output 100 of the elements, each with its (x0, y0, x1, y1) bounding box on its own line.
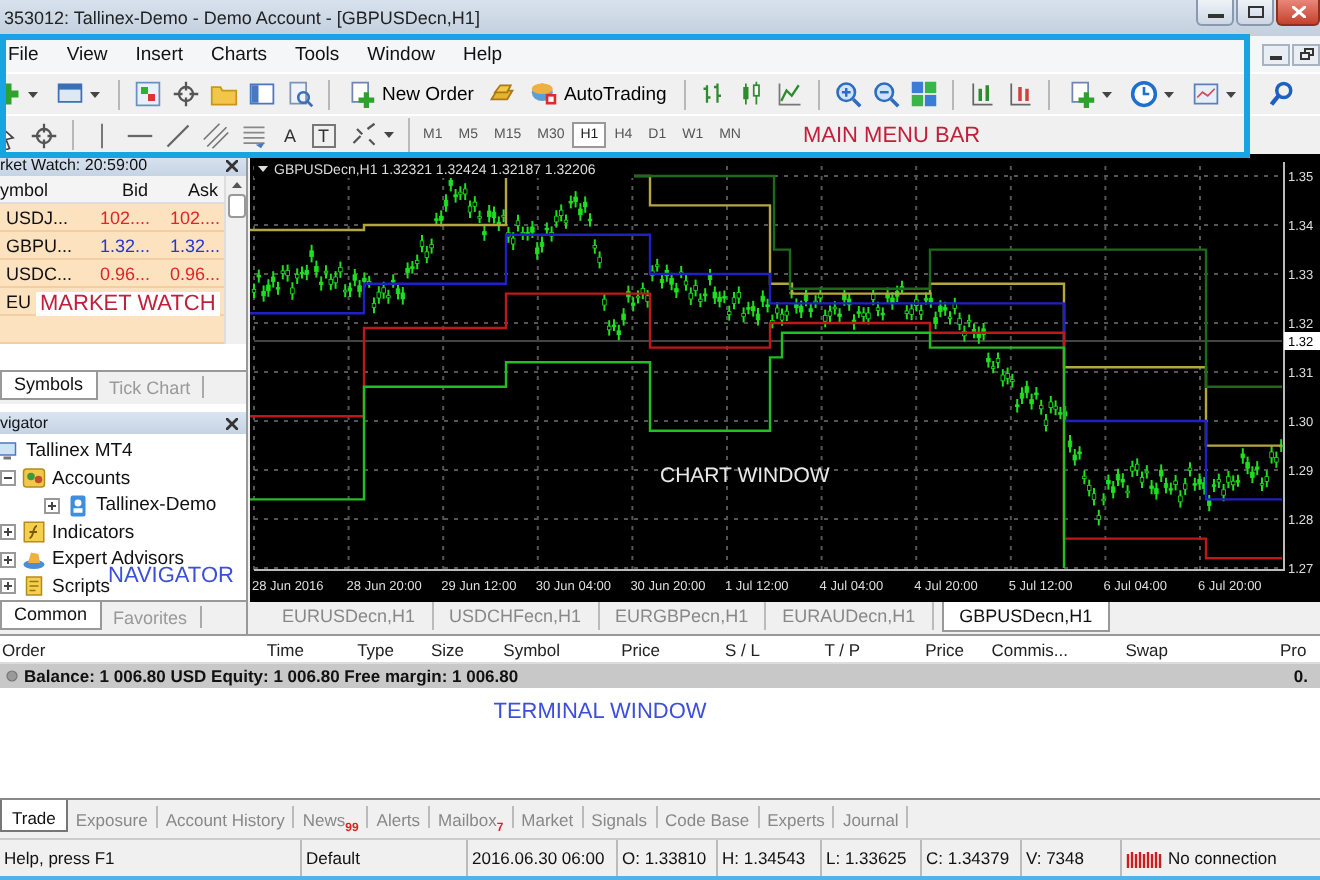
hat-icon (22, 547, 46, 572)
channel-icon[interactable] (202, 121, 230, 149)
panel-icon[interactable] (134, 80, 162, 108)
status-text: Help, press F1 (2, 846, 117, 872)
crosshair-icon[interactable] (30, 121, 58, 149)
people-icon (22, 466, 46, 491)
menu-item[interactable]: File (0, 43, 53, 65)
tab[interactable]: Trade (0, 800, 68, 832)
column-header[interactable]: Bid (80, 176, 154, 204)
close-button[interactable] (222, 417, 242, 429)
crosshair-icon[interactable] (172, 80, 200, 108)
restore-button[interactable] (1292, 43, 1320, 65)
close-button[interactable] (1276, 0, 1320, 26)
table-cell: 0.96... (154, 260, 224, 288)
trend-line-icon[interactable] (164, 121, 192, 149)
scroll-thumb[interactable] (227, 194, 245, 218)
caret-icon[interactable] (1164, 91, 1175, 97)
expander-icon[interactable] (0, 551, 16, 568)
caret-icon[interactable] (28, 91, 38, 97)
new-order-button[interactable]: New Order (344, 78, 478, 110)
column-header[interactable]: Ask (154, 176, 224, 204)
minimize-button[interactable] (1196, 0, 1234, 26)
column-header[interactable]: Size (394, 639, 464, 659)
tree-item[interactable]: Tallinex-Demo (96, 494, 217, 517)
sidebar-icon[interactable] (248, 80, 276, 108)
expander-icon[interactable] (0, 470, 16, 487)
table-cell: USDC... (0, 260, 80, 288)
fibonacci-icon[interactable] (240, 121, 268, 149)
scrollbar[interactable] (224, 176, 246, 344)
column-header[interactable]: Pro (1168, 639, 1320, 659)
minimize-button[interactable] (1262, 43, 1290, 65)
menu-item[interactable]: Help (448, 43, 517, 65)
column-header[interactable]: Symbol (464, 639, 560, 659)
computer-icon (0, 439, 20, 464)
column-header[interactable]: Swap (1068, 639, 1168, 659)
restore-icon (1299, 48, 1313, 60)
expander-icon[interactable] (0, 524, 16, 541)
caret-icon[interactable] (90, 91, 100, 97)
text-tool[interactable]: A (278, 125, 303, 145)
column-header[interactable]: Type (304, 639, 394, 659)
line-chart-icon[interactable] (776, 80, 805, 108)
price-chart[interactable] (250, 154, 1320, 602)
menu-item[interactable]: Window (353, 43, 449, 65)
chart-tab[interactable]: GBPUSDecn,H1 (941, 602, 1111, 632)
close-icon (1291, 6, 1305, 18)
autotrading-button[interactable]: AutoTrading (525, 78, 671, 110)
tab[interactable]: Common (0, 602, 102, 630)
document-search-icon[interactable] (286, 80, 314, 108)
expander-icon[interactable] (44, 497, 60, 514)
table-cell: 1.32... (154, 232, 224, 260)
tree-item[interactable]: Indicators (52, 521, 135, 544)
clock-icon[interactable] (1130, 80, 1159, 108)
column-header[interactable]: T / P (760, 639, 860, 659)
column-header[interactable]: Commis... (964, 639, 1068, 659)
signal-bars-icon (1126, 849, 1162, 867)
template-icon[interactable] (1192, 80, 1221, 108)
status-dot-icon (6, 670, 18, 682)
caret-icon[interactable] (1102, 91, 1113, 97)
column-header[interactable]: Order (0, 639, 120, 659)
caret-icon[interactable] (258, 166, 268, 172)
column-header[interactable]: S / L (660, 639, 760, 659)
autotrading-icon (529, 80, 558, 108)
callout-label: MARKET WATCH (36, 292, 220, 316)
balance-text: Balance: 1 006.80 USD Equity: 1 006.80 Free margin: 1 006.80 (24, 666, 519, 686)
tiles-icon[interactable] (910, 80, 939, 108)
column-header[interactable]: ymbol (0, 176, 80, 204)
window-title: 353012: Tallinex-Demo - Demo Account - [GBPUSDecn,H1] (4, 8, 482, 28)
table-cell: 0.96... (80, 260, 154, 288)
column-header[interactable]: Price (560, 639, 660, 659)
auto-scroll-icon[interactable] (1006, 80, 1035, 108)
tree-item[interactable]: Scripts (52, 575, 111, 598)
menu-item[interactable]: Charts (197, 43, 281, 65)
scroll-icon (22, 574, 46, 599)
zoom-out-icon[interactable] (872, 80, 901, 108)
column-header[interactable]: Price (860, 639, 964, 659)
document-plus-icon[interactable] (1068, 80, 1097, 108)
window-icon[interactable] (56, 80, 84, 108)
caret-icon[interactable] (1226, 91, 1237, 97)
tab[interactable]: Symbols (0, 372, 98, 400)
menu-item[interactable]: View (52, 43, 122, 65)
maximize-button[interactable] (1236, 0, 1274, 26)
menu-item[interactable]: Tools (280, 43, 354, 65)
table-cell: GBPU... (0, 232, 80, 260)
table-cell: 1.32... (80, 232, 154, 260)
close-button[interactable] (222, 159, 242, 171)
zoom-in-icon[interactable] (834, 80, 863, 108)
tree-item[interactable]: Accounts (52, 467, 131, 490)
chart-shift-icon[interactable] (968, 80, 997, 108)
caret-icon[interactable] (383, 132, 394, 138)
tree-item[interactable]: Tallinex MT4 (26, 440, 133, 463)
tab[interactable]: Mailbox$_{7}$ (430, 806, 514, 828)
text-label-tool[interactable]: T (312, 123, 336, 147)
table-cell: 102.... (154, 204, 224, 232)
arrows-icon[interactable] (349, 121, 378, 149)
menu-item[interactable]: Insert (121, 43, 197, 65)
column-header[interactable]: Time (120, 639, 304, 659)
maximize-icon (1247, 6, 1263, 18)
tab[interactable]: News$_{99}$ (294, 806, 369, 828)
expander-icon[interactable] (0, 578, 16, 595)
search-icon[interactable] (1268, 80, 1296, 108)
